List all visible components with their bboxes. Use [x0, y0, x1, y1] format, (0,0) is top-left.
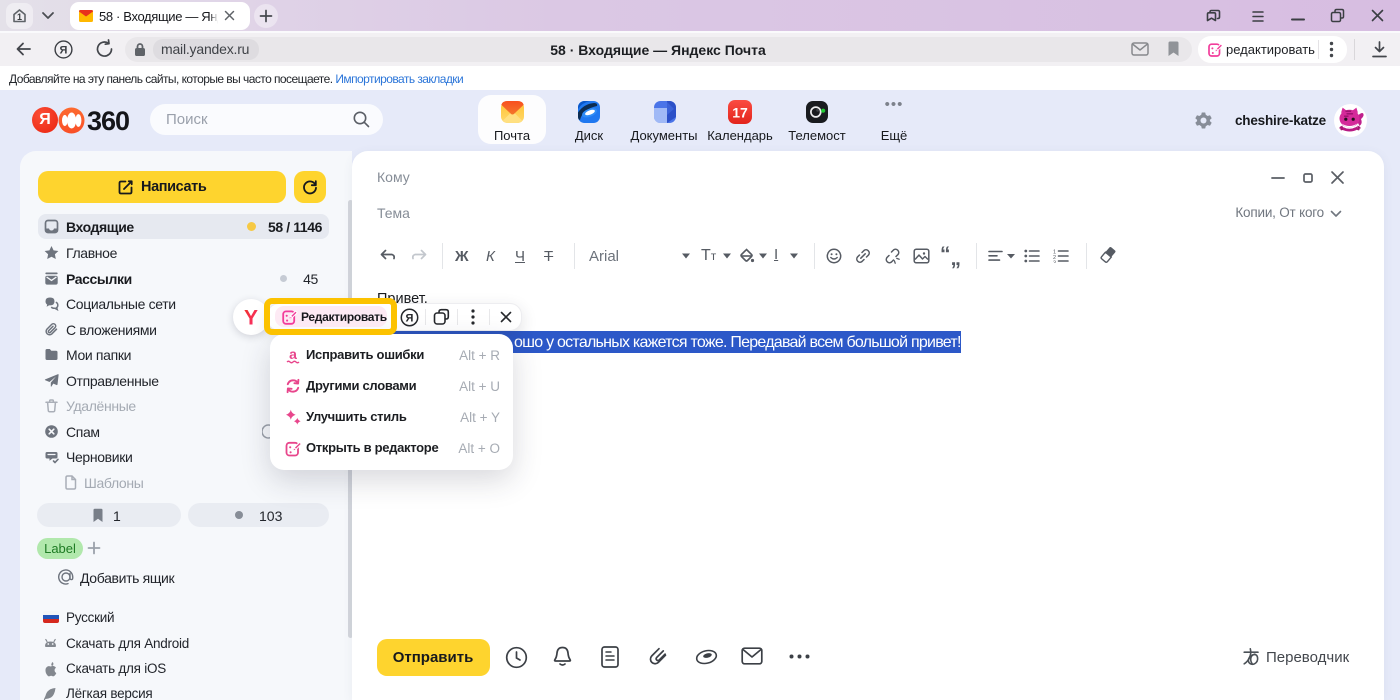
svg-text:Y: Y: [244, 307, 258, 330]
svg-text:1: 1: [17, 12, 22, 22]
svg-text:17: 17: [732, 105, 748, 121]
svg-text:3: 3: [1053, 261, 1056, 264]
svg-text:Я: Я: [406, 313, 414, 325]
svg-text:а: а: [289, 347, 297, 362]
svg-text:Я: Я: [60, 45, 68, 57]
